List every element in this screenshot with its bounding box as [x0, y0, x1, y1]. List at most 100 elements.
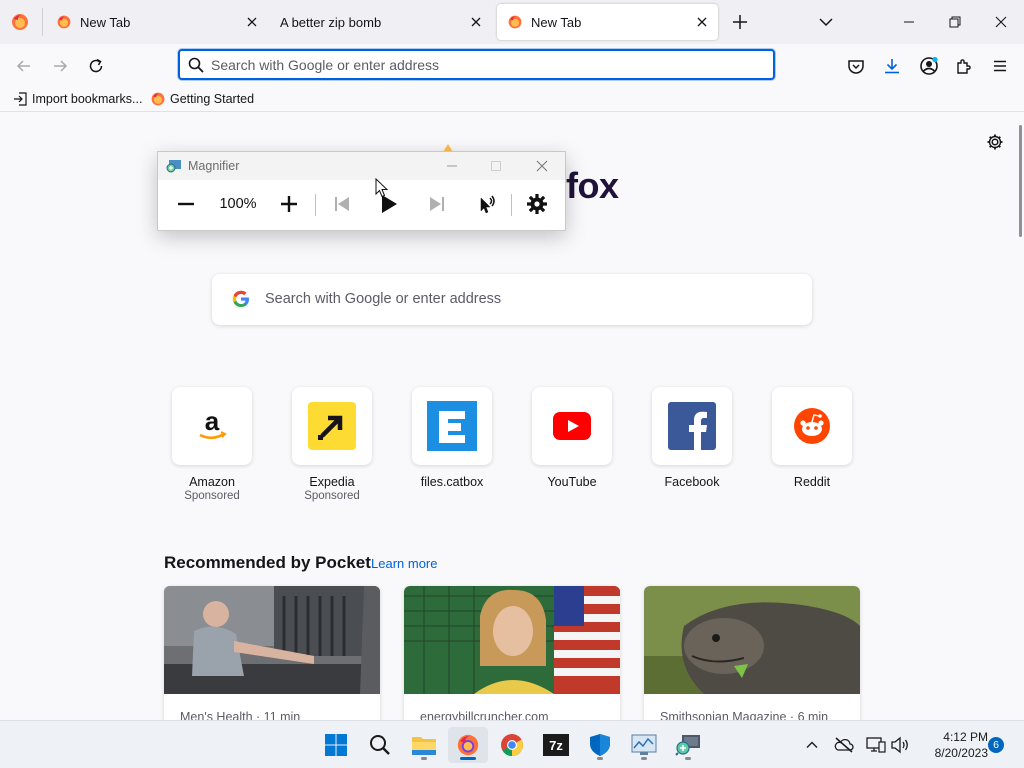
url-input[interactable] [211, 55, 751, 75]
magnifier-title: Magnifier [188, 159, 240, 173]
magnifier-window: Magnifier 100% [157, 151, 566, 231]
active-indicator [460, 757, 476, 760]
mouse-cursor [375, 178, 389, 198]
chrome-icon[interactable] [492, 727, 532, 763]
firefox-wordmark: fox [566, 165, 619, 206]
new-tab-plus-icon[interactable] [730, 12, 750, 32]
svg-text:7z: 7z [549, 738, 563, 753]
start-icon[interactable] [316, 727, 356, 763]
pocket-card[interactable]: energybillcruncher.com [404, 586, 620, 720]
google-search-box[interactable]: Search with Google or enter address [212, 274, 812, 325]
onedrive-sync-off-icon[interactable] [834, 735, 854, 755]
notification-count-badge[interactable]: 6 [988, 737, 1004, 753]
zoom-level: 100% [219, 196, 257, 212]
tab-new-tab-active[interactable]: New Tab [497, 4, 718, 40]
import-icon [12, 91, 28, 107]
sponsored-label: Sponsored [304, 490, 360, 502]
card-image [164, 586, 380, 694]
minimize-icon[interactable] [886, 0, 932, 44]
tab-title: New Tab [531, 15, 582, 30]
tab-title: A better zip bomb [280, 15, 382, 30]
reddit-icon [772, 387, 852, 465]
firefox-icon[interactable] [448, 727, 488, 763]
zoom-out-minus-icon[interactable] [172, 190, 200, 218]
top-site-label: Reddit [793, 475, 831, 489]
close-window-icon[interactable] [978, 0, 1024, 44]
running-indicator [641, 757, 647, 760]
card-image [404, 586, 620, 694]
restore-icon[interactable] [932, 0, 978, 44]
system-clock[interactable]: 4:12 PM 8/20/2023 [918, 729, 988, 761]
facebook-icon [652, 387, 732, 465]
extensions-puzzle-icon[interactable] [950, 52, 978, 80]
running-indicator [421, 757, 427, 760]
running-indicator [685, 757, 691, 760]
list-all-tabs-chevron-icon[interactable] [816, 12, 836, 32]
volume-icon[interactable] [890, 735, 910, 755]
skip-forward-icon[interactable] [423, 190, 451, 218]
minimize-icon[interactable] [442, 156, 462, 176]
navigation-toolbar [0, 44, 1024, 86]
magnifier-icon[interactable] [668, 727, 708, 763]
account-icon[interactable] [915, 52, 943, 80]
tab-zip-bomb[interactable]: A better zip bomb [270, 4, 492, 40]
close-icon[interactable] [532, 156, 552, 176]
search-icon [188, 57, 204, 73]
firefox-icon [150, 91, 166, 107]
magnifier-app-icon [166, 158, 182, 174]
forward-arrow-icon[interactable] [46, 52, 74, 80]
resource-monitor-icon[interactable] [624, 727, 664, 763]
close-tab-icon[interactable] [244, 14, 260, 30]
card-source: Men's Health · 11 min [180, 710, 301, 720]
tab-title: New Tab [80, 15, 131, 30]
tab-new-tab-1[interactable]: New Tab [46, 4, 268, 40]
7zip-icon[interactable]: 7z [536, 727, 576, 763]
search-icon[interactable] [360, 727, 400, 763]
pocket-learn-more-link[interactable]: Learn more [371, 556, 437, 571]
hamburger-menu-icon[interactable] [986, 52, 1014, 80]
search-placeholder: Search with Google or enter address [265, 291, 502, 307]
scrollbar[interactable] [1019, 125, 1022, 237]
bookmark-label: Getting Started [170, 92, 255, 106]
maximize-icon[interactable] [486, 156, 506, 176]
defender-icon[interactable] [580, 727, 620, 763]
pocket-heading: Recommended by Pocket [164, 553, 371, 572]
firefox-icon [507, 14, 523, 30]
top-site-label: YouTube [547, 475, 597, 489]
zoom-in-plus-icon[interactable] [275, 190, 303, 218]
downloads-icon[interactable] [878, 52, 906, 80]
firefox-view-icon[interactable] [10, 12, 30, 32]
close-tab-icon[interactable] [694, 14, 710, 30]
url-bar[interactable] [178, 49, 775, 80]
clock-date: 8/20/2023 [934, 746, 988, 760]
back-arrow-icon[interactable] [10, 52, 38, 80]
skip-back-icon[interactable] [328, 190, 356, 218]
toolbar-separator [315, 194, 316, 216]
card-source: energybillcruncher.com [420, 710, 549, 720]
network-icon[interactable] [866, 735, 886, 755]
bookmark-import[interactable]: Import bookmarks... [12, 90, 142, 108]
close-tab-icon[interactable] [468, 14, 484, 30]
gear-icon[interactable] [523, 190, 551, 218]
firefox-icon [56, 14, 72, 30]
expedia-icon [292, 387, 372, 465]
bookmark-getting-started[interactable]: Getting Started [150, 90, 254, 108]
personalize-gear-icon[interactable] [986, 133, 1004, 151]
catbox-icon [412, 387, 492, 465]
top-site-label: files.catbox [420, 475, 484, 489]
windows-taskbar: 7z 4:12 PM 8/20/2023 6 [0, 720, 1024, 768]
pocket-card[interactable]: Smithsonian Magazine · 6 min [644, 586, 860, 720]
bookmark-label: Import bookmarks... [32, 92, 143, 106]
top-site-label: Amazon [189, 475, 235, 489]
pocket-icon[interactable] [842, 52, 870, 80]
tab-strip: New Tab A better zip bomb New Tab [0, 0, 1024, 44]
file-explorer-icon[interactable] [404, 727, 444, 763]
running-indicator [597, 757, 603, 760]
magnifier-titlebar[interactable]: Magnifier [158, 152, 565, 180]
pocket-card[interactable]: Men's Health · 11 min [164, 586, 380, 720]
show-hidden-icons-chevron-icon[interactable] [802, 735, 822, 755]
read-from-here-icon[interactable] [472, 190, 500, 218]
bookmarks-toolbar: Import bookmarks... Getting Started [0, 86, 1024, 112]
google-logo-icon [232, 290, 250, 308]
reload-icon[interactable] [82, 52, 110, 80]
